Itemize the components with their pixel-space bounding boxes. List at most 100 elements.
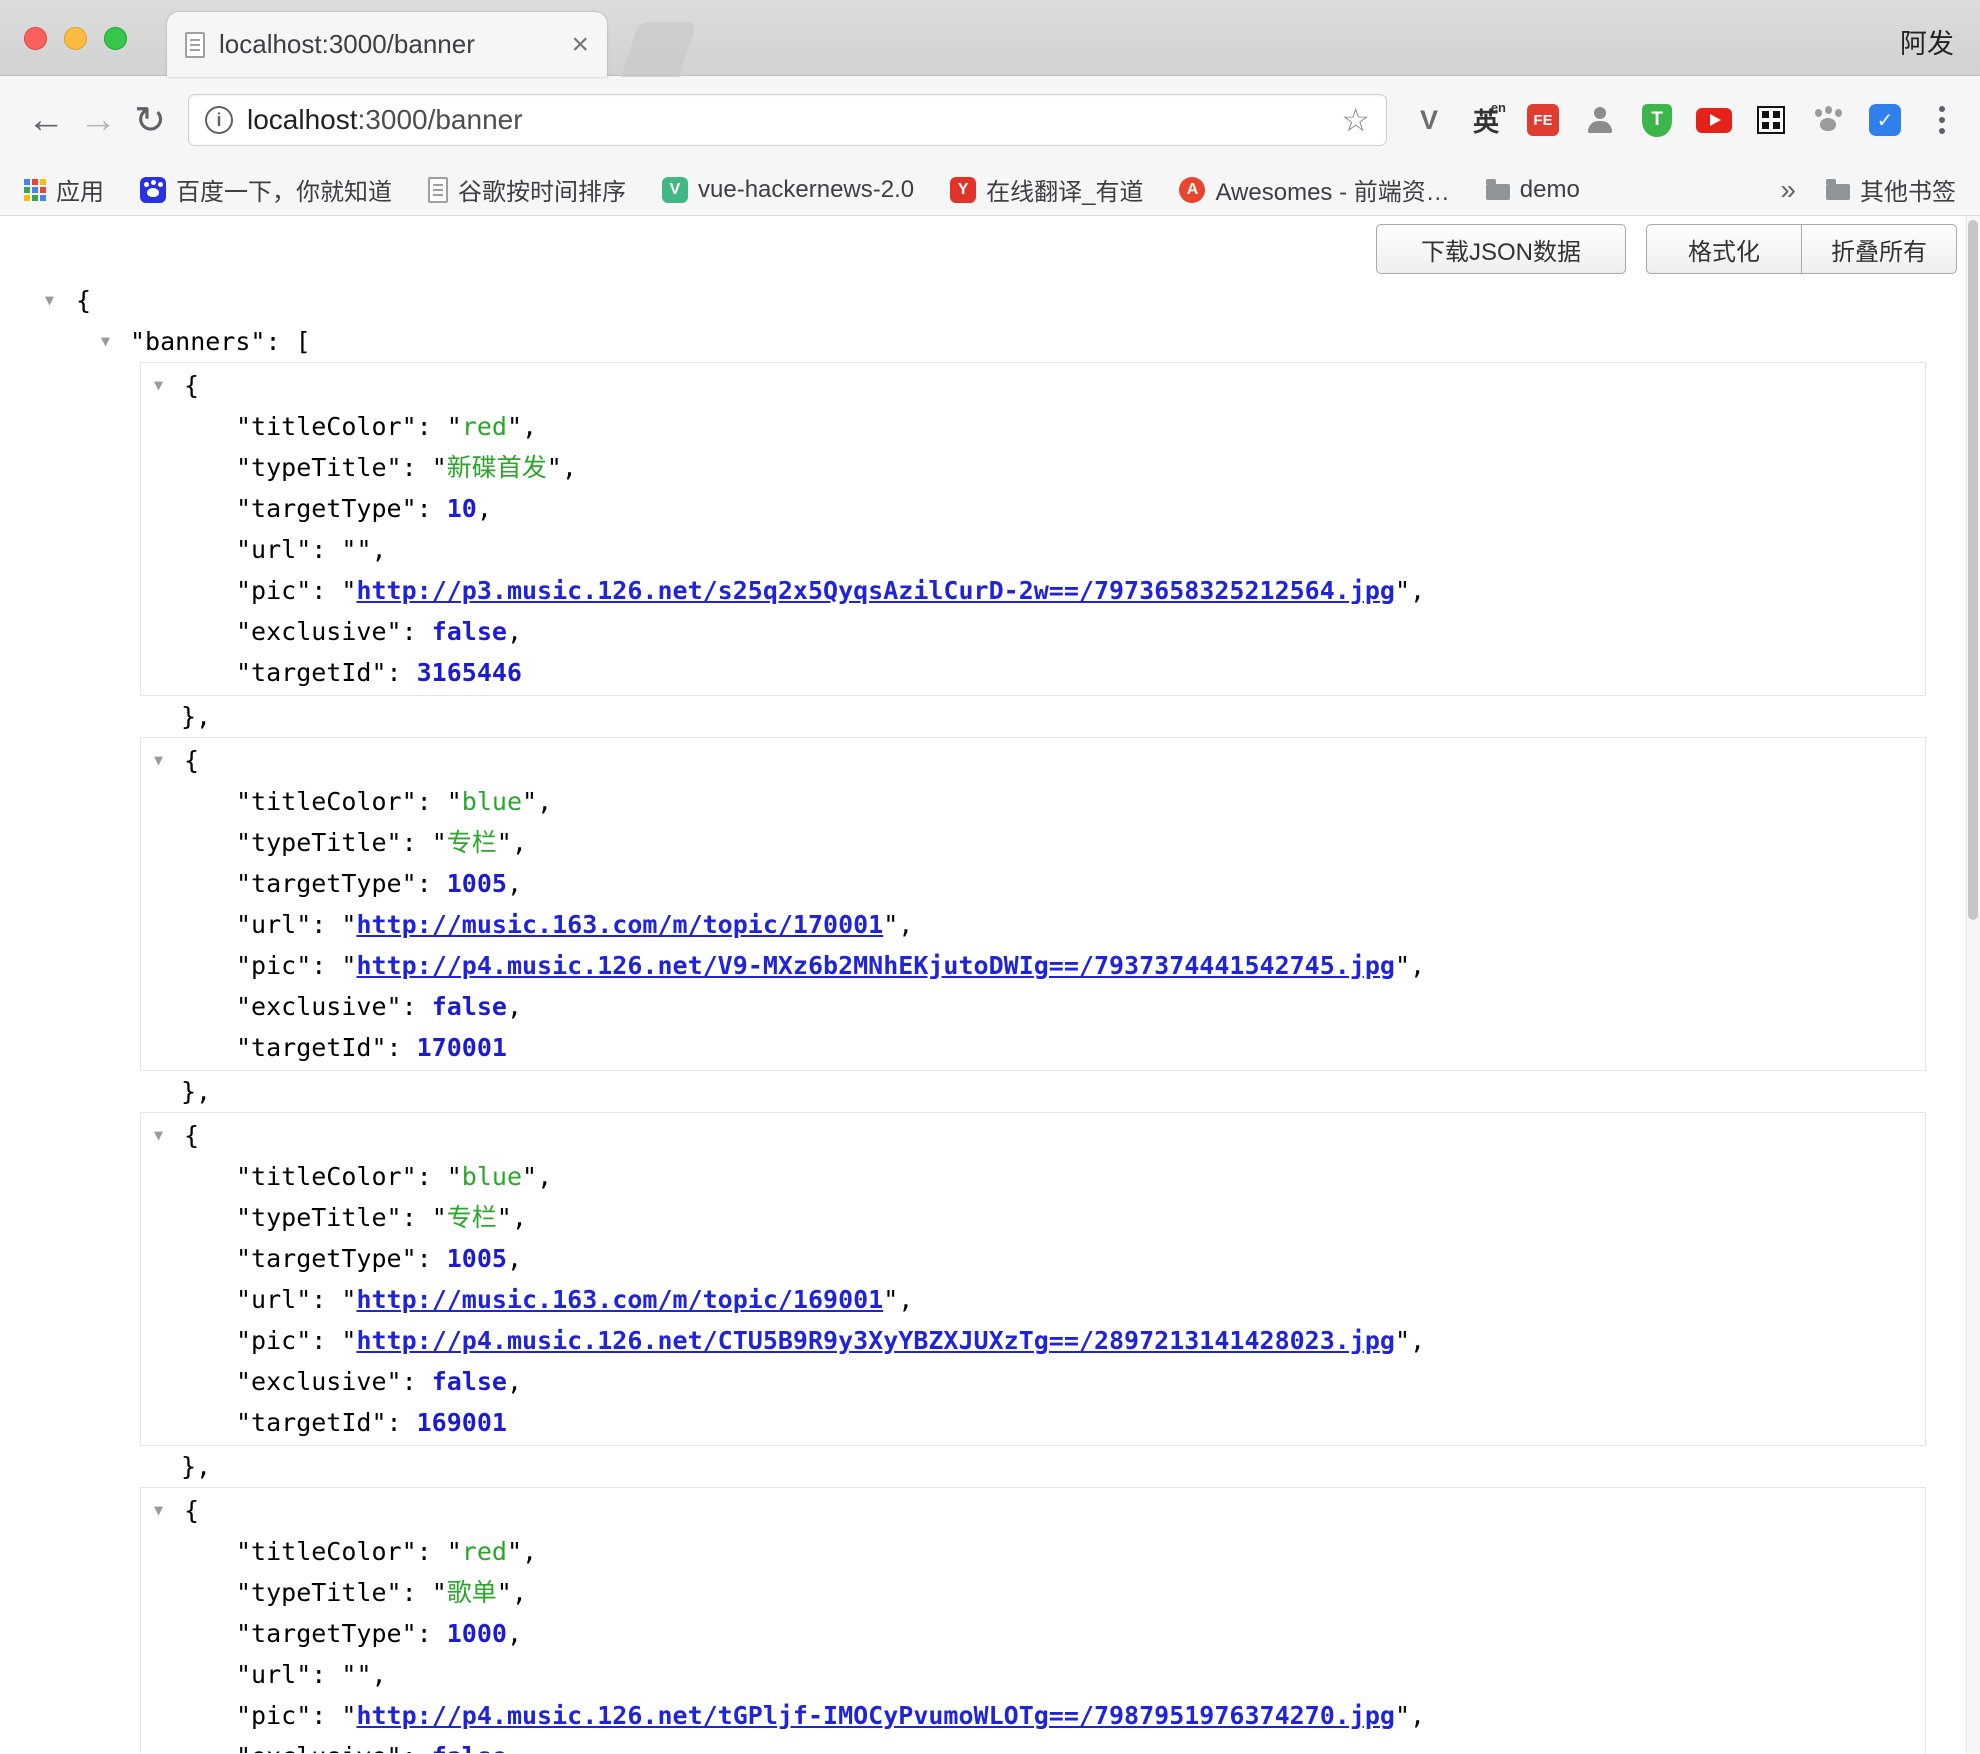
reload-icon[interactable]: ↻ <box>124 98 176 143</box>
browser-menu-button[interactable] <box>1924 102 1960 138</box>
translate-sub-glyph: en <box>1491 100 1506 115</box>
json-url-link[interactable]: http://p4.music.126.net/tGPljf-IMOCyPvum… <box>356 1701 1395 1730</box>
extension-icon-shield-green[interactable]: T <box>1639 102 1675 138</box>
json-key: "targetId" <box>236 1408 387 1437</box>
new-tab-button[interactable] <box>621 22 697 77</box>
extension-icon-paw[interactable] <box>1810 102 1846 138</box>
json-punct: : <box>417 787 447 816</box>
collapse-toggle-icon[interactable]: ▼ <box>101 321 110 362</box>
address-bar[interactable]: i localhost:3000/banner ☆ <box>188 94 1387 146</box>
json-punct: , <box>562 453 577 482</box>
extension-icon-shield-blue[interactable]: ✓ <box>1867 102 1903 138</box>
extension-icon-user[interactable] <box>1582 102 1618 138</box>
url-text: localhost:3000/banner <box>247 104 523 136</box>
json-punct: " <box>447 787 462 816</box>
json-punct: " <box>497 828 512 857</box>
json-line: "url": "", <box>141 529 1925 570</box>
json-punct: " <box>522 787 537 816</box>
json-string-value: red <box>462 1537 507 1566</box>
window-minimize-button[interactable] <box>64 27 87 50</box>
bookmarks-right-area: » 其他书签 <box>1780 172 1956 207</box>
json-punct: , <box>512 828 527 857</box>
person-icon <box>1584 104 1616 136</box>
window-zoom-button[interactable] <box>104 27 127 50</box>
json-punct: " <box>356 1660 371 1689</box>
json-key: "titleColor" <box>236 787 417 816</box>
json-brace: }, <box>181 1452 211 1481</box>
bookmark-item-baidu[interactable]: 百度一下，你就知道 <box>140 172 392 207</box>
page-info-icon[interactable]: i <box>205 106 233 134</box>
collapse-toggle-icon[interactable]: ▼ <box>154 1115 163 1156</box>
collapse-toggle-icon[interactable]: ▼ <box>154 365 163 406</box>
json-line: "targetType": 1005, <box>141 1238 1925 1279</box>
bookmark-item-demo[interactable]: demo <box>1486 176 1580 204</box>
json-punct: : <box>417 412 447 441</box>
json-string-value: 专栏 <box>447 828 497 857</box>
banner-object: ▼{"titleColor": "blue","typeTitle": "专栏"… <box>140 737 1926 1071</box>
collapse-toggle-icon[interactable]: ▼ <box>154 1490 163 1531</box>
json-line: }, <box>0 696 1966 737</box>
window-close-button[interactable] <box>24 27 47 50</box>
scrollbar-thumb[interactable] <box>1968 220 1978 920</box>
json-line: "exclusive": false, <box>141 611 1925 652</box>
json-punct: " <box>432 1578 447 1607</box>
json-url-link[interactable]: http://p4.music.126.net/CTU5B9R9y3XyYBZX… <box>356 1326 1395 1355</box>
json-url-link[interactable]: http://music.163.com/m/topic/169001 <box>356 1285 883 1314</box>
browser-tab[interactable]: localhost:3000/banner × <box>167 12 607 77</box>
format-button[interactable]: 格式化 <box>1646 224 1802 274</box>
extension-icon-qrcode[interactable] <box>1753 102 1789 138</box>
json-string-value: 歌单 <box>447 1578 497 1607</box>
json-line: "url": "http://music.163.com/m/topic/169… <box>141 1279 1925 1320</box>
bookmark-item-youdao[interactable]: Y在线翻译_有道 <box>950 172 1143 207</box>
json-punct: " <box>883 910 898 939</box>
json-punct: " <box>507 1537 522 1566</box>
bookmark-item-awesomes[interactable]: AAwesomes - 前端资… <box>1179 172 1449 207</box>
json-line: ▼{ <box>141 365 1925 406</box>
json-punct: , <box>898 910 913 939</box>
json-line: ▼{ <box>141 1115 1925 1156</box>
other-bookmarks-label: 其他书签 <box>1860 172 1956 207</box>
extension-icon-translate[interactable]: 英en <box>1468 102 1504 138</box>
json-punct: , <box>507 1244 522 1273</box>
extension-icon-youtube[interactable] <box>1696 102 1732 138</box>
json-punct: , <box>537 787 552 816</box>
vue-icon: V <box>662 177 688 203</box>
extension-icon-fehelper[interactable]: FE <box>1525 102 1561 138</box>
other-bookmarks-button[interactable]: 其他书签 <box>1826 172 1956 207</box>
json-punct: " <box>341 951 356 980</box>
bookmark-star-icon[interactable]: ☆ <box>1341 101 1370 139</box>
bookmark-item-apps[interactable]: 应用 <box>24 172 104 207</box>
json-punct: : <box>311 535 341 564</box>
extension-icon-v[interactable]: V <box>1411 102 1447 138</box>
back-icon[interactable]: ← <box>20 99 72 142</box>
json-punct: " <box>432 828 447 857</box>
collapse-toggle-icon[interactable]: ▼ <box>154 740 163 781</box>
json-punct: , <box>537 1162 552 1191</box>
json-key: "url" <box>236 910 311 939</box>
json-punct: : <box>417 1619 447 1648</box>
json-url-link[interactable]: http://p3.music.126.net/s25q2x5QyqsAzilC… <box>356 576 1395 605</box>
bookmarks-overflow-icon[interactable]: » <box>1780 174 1796 206</box>
json-url-link[interactable]: http://p4.music.126.net/V9-MXz6b2MNhEKju… <box>356 951 1395 980</box>
json-number-value: 1005 <box>447 869 507 898</box>
json-key: "targetId" <box>236 1033 387 1062</box>
forward-icon[interactable]: → <box>72 99 124 142</box>
green-shield-icon: T <box>1642 104 1672 137</box>
tab-close-icon[interactable]: × <box>571 30 589 60</box>
profile-name[interactable]: 阿发 <box>1900 22 1954 61</box>
bookmark-item-vue-hackernews[interactable]: Vvue-hackernews-2.0 <box>662 176 914 204</box>
json-line: "typeTitle": "新碟首发", <box>141 447 1925 488</box>
json-punct: : <box>311 1326 341 1355</box>
bookmark-item-google-sort[interactable]: 谷歌按时间排序 <box>428 172 626 207</box>
download-json-button[interactable]: 下载JSON数据 <box>1376 224 1626 274</box>
collapse-all-button[interactable]: 折叠所有 <box>1801 224 1957 274</box>
json-key: "pic" <box>236 951 311 980</box>
json-key: "exclusive" <box>236 1367 402 1396</box>
collapse-toggle-icon[interactable]: ▼ <box>45 280 54 321</box>
json-string-value: 专栏 <box>447 1203 497 1232</box>
scrollbar[interactable] <box>1966 216 1980 1753</box>
json-key: "pic" <box>236 1701 311 1730</box>
json-line: "pic": "http://p4.music.126.net/CTU5B9R9… <box>141 1320 1925 1361</box>
json-punct: : <box>402 453 432 482</box>
json-url-link[interactable]: http://music.163.com/m/topic/170001 <box>356 910 883 939</box>
